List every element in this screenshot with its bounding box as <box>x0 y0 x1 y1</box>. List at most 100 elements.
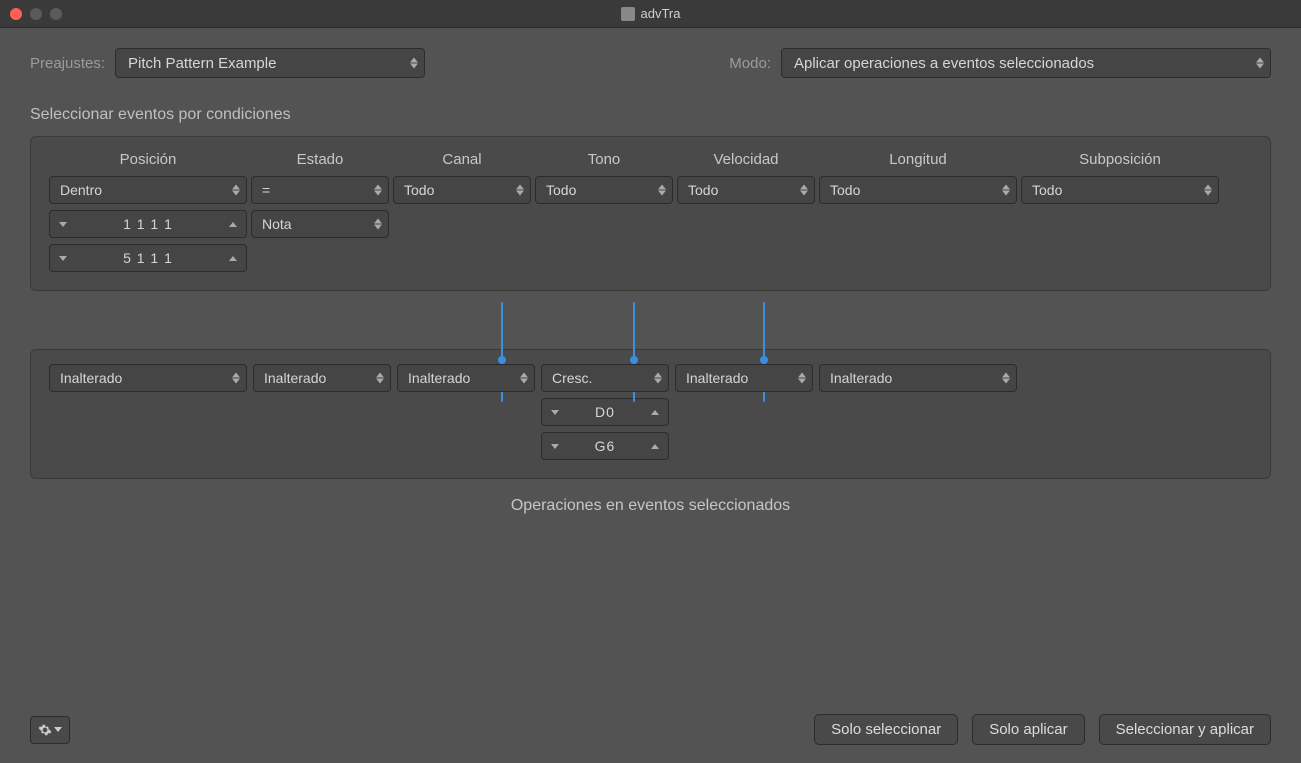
connector-dot <box>630 356 638 364</box>
op-subposition-select[interactable]: Inalterado <box>819 364 1017 392</box>
header-length: Longitud <box>819 151 1017 168</box>
op-tone-value: Inalterado <box>408 370 470 386</box>
updown-icon <box>800 185 808 196</box>
state-op-value: = <box>262 182 270 198</box>
length-select[interactable]: Todo <box>819 176 1017 204</box>
op-velocity-val1: D0 <box>562 404 648 420</box>
solo-aplicar-button[interactable]: Solo aplicar <box>972 714 1084 745</box>
updown-icon <box>654 373 662 384</box>
chevron-down-icon <box>56 256 70 261</box>
header-subposition: Subposición <box>1021 151 1219 168</box>
state-op-select[interactable]: = <box>251 176 389 204</box>
chevron-down-icon <box>54 727 62 732</box>
header-channel: Canal <box>393 151 531 168</box>
tone-value: Todo <box>546 182 576 198</box>
position-val2: 5 1 1 1 <box>70 250 226 266</box>
close-window-button[interactable] <box>10 8 22 20</box>
op-position-value: Inalterado <box>60 370 122 386</box>
position-column: Dentro 1 1 1 1 5 1 1 1 <box>49 176 247 272</box>
mode-select[interactable]: Aplicar operaciones a eventos selecciona… <box>781 48 1271 78</box>
position-val1-stepper[interactable]: 1 1 1 1 <box>49 210 247 238</box>
header-tone: Tono <box>535 151 673 168</box>
updown-icon <box>232 373 240 384</box>
mode-group: Modo: Aplicar operaciones a eventos sele… <box>729 48 1271 78</box>
velocity-column: Todo <box>677 176 815 272</box>
traffic-lights <box>10 8 62 20</box>
window-body: Preajustes: Pitch Pattern Example Modo: … <box>0 28 1301 763</box>
updown-icon <box>232 185 240 196</box>
chevron-down-icon <box>56 222 70 227</box>
window-title-text: advTra <box>641 6 681 21</box>
updown-icon <box>798 373 806 384</box>
updown-icon <box>1256 58 1264 69</box>
footer: Solo seleccionar Solo aplicar Selecciona… <box>30 694 1271 745</box>
operations-caption: Operaciones en eventos seleccionados <box>30 497 1271 515</box>
position-val2-stepper[interactable]: 5 1 1 1 <box>49 244 247 272</box>
velocity-op-column: Cresc. D0 G6 <box>541 364 669 460</box>
minimize-window-button[interactable] <box>30 8 42 20</box>
zoom-window-button[interactable] <box>50 8 62 20</box>
updown-icon <box>1002 373 1010 384</box>
subposition-column: Todo <box>1021 176 1219 272</box>
conditions-headers: Posición Estado Canal Tono Velocidad Lon… <box>49 151 1252 168</box>
op-length-select[interactable]: Inalterado <box>675 364 813 392</box>
position-op-value: Dentro <box>60 182 102 198</box>
length-column: Todo <box>819 176 1017 272</box>
updown-icon <box>1204 185 1212 196</box>
header-state: Estado <box>251 151 389 168</box>
updown-icon <box>1002 185 1010 196</box>
op-velocity-value: Cresc. <box>552 370 592 386</box>
op-subposition-value: Inalterado <box>830 370 892 386</box>
middle-area: Posición Estado Canal Tono Velocidad Lon… <box>30 136 1271 515</box>
btn-label: Solo aplicar <box>989 721 1067 738</box>
updown-icon <box>374 185 382 196</box>
settings-menu-button[interactable] <box>30 716 70 744</box>
presets-select[interactable]: Pitch Pattern Example <box>115 48 425 78</box>
connector-dot <box>760 356 768 364</box>
op-position-select[interactable]: Inalterado <box>49 364 247 392</box>
velocity-value: Todo <box>688 182 718 198</box>
channel-select[interactable]: Todo <box>393 176 531 204</box>
header-position: Posición <box>49 151 247 168</box>
updown-icon <box>516 185 524 196</box>
op-velocity-val1-stepper[interactable]: D0 <box>541 398 669 426</box>
position-val1: 1 1 1 1 <box>70 216 226 232</box>
chevron-down-icon <box>548 410 562 415</box>
conditions-heading: Seleccionar eventos por condiciones <box>30 106 1271 124</box>
mode-value: Aplicar operaciones a eventos selecciona… <box>794 55 1094 72</box>
updown-icon <box>520 373 528 384</box>
channel-value: Todo <box>404 182 434 198</box>
chevron-up-icon <box>226 222 240 227</box>
btn-label: Solo seleccionar <box>831 721 941 738</box>
chevron-up-icon <box>648 444 662 449</box>
window-title: advTra <box>621 6 681 21</box>
seleccionar-y-aplicar-button[interactable]: Seleccionar y aplicar <box>1099 714 1271 745</box>
op-tone-select[interactable]: Inalterado <box>397 364 535 392</box>
op-velocity-select[interactable]: Cresc. <box>541 364 669 392</box>
updown-icon <box>376 373 384 384</box>
solo-seleccionar-button[interactable]: Solo seleccionar <box>814 714 958 745</box>
btn-label: Seleccionar y aplicar <box>1116 721 1254 738</box>
footer-buttons: Solo seleccionar Solo aplicar Selecciona… <box>814 714 1271 745</box>
updown-icon <box>658 185 666 196</box>
channel-column: Todo <box>393 176 531 272</box>
op-velocity-val2-stepper[interactable]: G6 <box>541 432 669 460</box>
header-velocity: Velocidad <box>677 151 815 168</box>
app-icon <box>621 7 635 21</box>
updown-icon <box>410 58 418 69</box>
op-channel-select[interactable]: Inalterado <box>253 364 391 392</box>
titlebar: advTra <box>0 0 1301 28</box>
state-type-select[interactable]: Nota <box>251 210 389 238</box>
subposition-select[interactable]: Todo <box>1021 176 1219 204</box>
tone-select[interactable]: Todo <box>535 176 673 204</box>
position-op-select[interactable]: Dentro <box>49 176 247 204</box>
velocity-select[interactable]: Todo <box>677 176 815 204</box>
presets-label: Preajustes: <box>30 55 105 72</box>
chevron-up-icon <box>648 410 662 415</box>
length-value: Todo <box>830 182 860 198</box>
conditions-row: Dentro 1 1 1 1 5 1 1 1 <box>49 176 1252 272</box>
chevron-up-icon <box>226 256 240 261</box>
op-channel-value: Inalterado <box>264 370 326 386</box>
updown-icon <box>374 219 382 230</box>
operations-panel: Inalterado Inalterado Inalterado <box>30 349 1271 479</box>
